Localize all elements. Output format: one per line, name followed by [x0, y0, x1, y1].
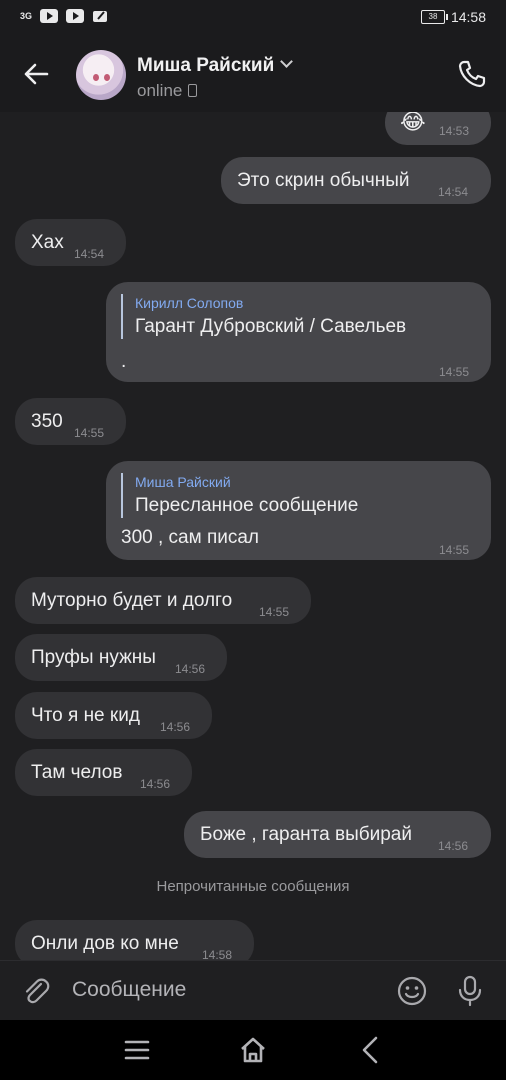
clock: 14:58: [450, 9, 486, 25]
message-bubble[interactable]: Пруфы нужны 14:56: [15, 634, 227, 681]
status-text: online: [137, 81, 183, 100]
attach-icon[interactable]: [20, 975, 52, 1007]
message-text: 350: [31, 411, 63, 432]
message-time: 14:55: [74, 426, 105, 440]
youtube-icon: [40, 9, 59, 23]
status-bar: 3G 38 14:58: [0, 0, 506, 36]
message-text: Муторно будет и долго: [31, 590, 233, 611]
message-time: 14:56: [140, 777, 171, 791]
message-time: 14:55: [439, 365, 470, 379]
quote-text: Гарант Дубровский / Савельев: [135, 316, 407, 337]
message-time: 14:55: [259, 605, 290, 619]
message-time: 14:55: [439, 543, 470, 557]
message-text: Онли дов ко мне: [31, 933, 179, 954]
mobile-device-icon: [188, 84, 198, 97]
message-time: 14:54: [74, 247, 105, 261]
reply-message-bubble[interactable]: Кирилл Солопов Гарант Дубровский / Савел…: [106, 282, 491, 382]
forward-quote[interactable]: Миша Райский Пересланное сообщение: [121, 473, 358, 518]
message-bubble[interactable]: Боже , гаранта выбирай 14:56: [184, 811, 491, 858]
avatar[interactable]: [76, 50, 126, 100]
message-time: 14:54: [438, 185, 469, 199]
message-bubble[interactable]: Там челов 14:56: [15, 749, 192, 796]
message-time: 14:56: [175, 662, 206, 676]
contact-name-text: Миша Райский: [137, 55, 275, 76]
message-time: 14:58: [202, 948, 233, 960]
message-time: 14:56: [160, 720, 191, 734]
message-text: Что я не кид: [31, 705, 140, 726]
signal-indicator: 3G: [20, 10, 33, 21]
message-text: .: [121, 351, 127, 372]
battery-icon: 38: [420, 10, 448, 24]
unread-divider: Непрочитанные сообщения: [0, 878, 506, 895]
contact-name[interactable]: Миша Райский: [137, 55, 294, 77]
home-icon[interactable]: [238, 1034, 268, 1066]
message-text: Боже , гаранта выбирай: [200, 824, 412, 845]
message-text: Там челов: [31, 762, 123, 783]
chevron-down-icon[interactable]: [280, 55, 294, 68]
quote-text: Пересланное сообщение: [135, 495, 359, 516]
message-bubble[interactable]: 350 14:55: [15, 398, 126, 445]
status-left: 3G: [20, 8, 110, 24]
message-bubble[interactable]: Что я не кид 14:56: [15, 692, 212, 739]
message-input[interactable]: Сообщение: [72, 978, 186, 1002]
call-icon[interactable]: [456, 58, 488, 90]
quote-author: Миша Райский: [135, 474, 231, 490]
message-bubble[interactable]: Онли дов ко мне 14:58: [15, 920, 254, 960]
youtube-icon: [66, 9, 85, 23]
menu-icon[interactable]: [122, 1034, 152, 1066]
message-time: 14:56: [438, 839, 469, 853]
notification-icon: [93, 11, 108, 22]
message-bubble[interactable]: Муторно будет и долго 14:55: [15, 577, 311, 624]
message-bubble[interactable]: 😂 14:53: [385, 112, 491, 145]
message-text: Это скрин обычный: [237, 170, 410, 191]
status-right: 38 14:58: [420, 9, 486, 25]
message-list[interactable]: 😂 14:53 Это скрин обычный 14:54 Хах 14:5…: [0, 112, 506, 960]
composer-bar: Сообщение: [0, 960, 506, 1021]
message-text: 300 , сам писал: [121, 527, 260, 548]
emoji-icon[interactable]: [396, 975, 428, 1007]
message-text: 😂: [400, 112, 426, 134]
system-navigation-bar: [0, 1020, 506, 1080]
forwarded-message-bubble[interactable]: Миша Райский Пересланное сообщение 300 ,…: [106, 461, 491, 560]
message-time: 14:53: [439, 124, 470, 138]
contact-status: online: [137, 81, 198, 101]
quote-author: Кирилл Солопов: [135, 295, 244, 311]
microphone-icon[interactable]: [454, 974, 486, 1008]
message-bubble[interactable]: Это скрин обычный 14:54: [221, 157, 491, 204]
back-nav-icon[interactable]: [354, 1034, 384, 1066]
message-text: Хах: [31, 232, 64, 253]
back-arrow-icon[interactable]: [20, 58, 52, 90]
message-text: Пруфы нужны: [31, 647, 156, 668]
message-bubble[interactable]: Хах 14:54: [15, 219, 126, 266]
reply-quote[interactable]: Кирилл Солопов Гарант Дубровский / Савел…: [121, 294, 406, 339]
chat-header: Миша Райский online: [0, 36, 506, 112]
